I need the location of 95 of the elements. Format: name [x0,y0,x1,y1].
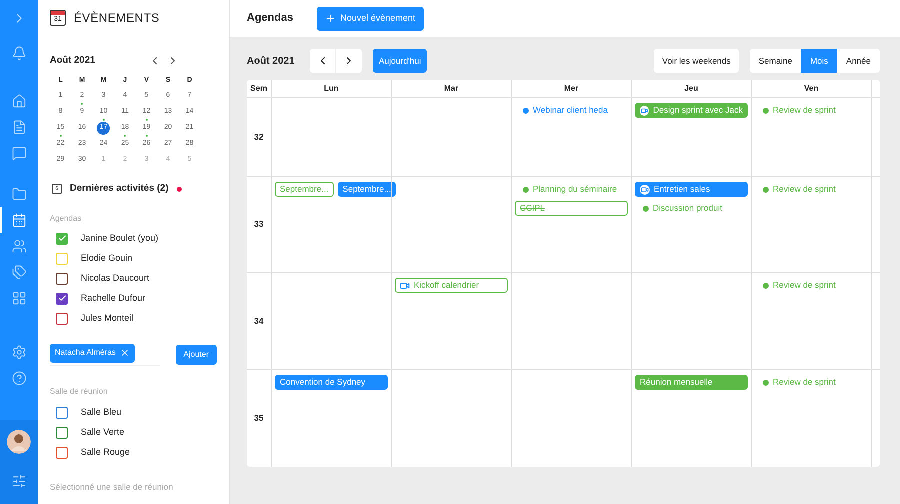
week-number: 32 [254,130,264,144]
day-cell[interactable]: Design sprint avec Jack [631,98,751,177]
current-month: Août 2021 [247,54,296,68]
plus-icon [325,13,336,24]
event-chip[interactable]: Kickoff calendrier [395,278,508,293]
room-name: Salle Verte [81,426,125,439]
checkbox[interactable] [56,292,68,304]
event-title[interactable]: Review de sprint [773,376,836,389]
home-icon[interactable] [12,94,26,108]
section-label: Salle de réunion [50,386,109,398]
help-icon[interactable] [12,370,26,386]
room-name: Salle Bleu [81,406,122,419]
week-number: 35 [254,412,264,425]
view-tab[interactable]: Année [837,49,880,73]
checkbox[interactable] [56,446,68,458]
day-cell[interactable]: Review de sprint [751,370,871,467]
checkbox[interactable] [56,406,68,418]
day-cell[interactable]: Kickoff calendrier [391,273,511,370]
event-title[interactable]: Review de sprint [773,104,836,117]
room-name: Salle Rouge [81,446,130,459]
day-cell[interactable]: Review de sprint [751,98,871,177]
day-cell[interactable] [631,273,751,370]
column-header: Sem [247,80,271,98]
event-chip[interactable]: Design sprint avec Jack [635,103,748,118]
check-icon [58,234,66,243]
week-number: 34 [254,314,264,328]
month-title: Août 2021 [50,54,96,68]
tags-icon[interactable] [12,264,26,280]
column-header: Mar [391,80,511,98]
agenda-name: Jules Monteil [81,312,134,325]
day-cell[interactable]: Réunion mensuelle [631,370,751,467]
grid-icon[interactable] [12,290,26,306]
checkbox[interactable] [56,272,68,284]
person-chip[interactable]: Natacha Alméras [50,344,135,362]
agenda-name: Elodie Gouin [81,252,133,265]
sliders-icon[interactable] [12,474,26,488]
room-hint: Sélectionné une salle de réunion [50,480,174,494]
video-call-icon [640,184,650,194]
calendar-icon[interactable] [12,212,26,228]
event-chip[interactable]: CCIPL [515,201,628,216]
day-cell[interactable] [271,273,391,370]
day-cell[interactable]: Convention de Sydney [271,370,391,467]
remove-icon[interactable] [120,348,130,358]
event-title[interactable]: Discussion produit [653,202,722,215]
agenda-name: Rachelle Dufour [81,292,146,305]
event-chip[interactable]: Entretien sales [635,182,748,197]
event-title[interactable]: Review de sprint [773,279,836,292]
settings-icon[interactable] [12,344,26,360]
video-call-icon [640,106,650,116]
event-chip[interactable]: Septembre... [338,182,396,197]
column-header: Jeu [631,80,751,98]
day-cell[interactable] [391,98,511,177]
view-tab[interactable]: Semaine [750,49,802,73]
day-cell[interactable]: Review de sprint [751,177,871,273]
event-title[interactable]: Planning du séminaire [533,183,618,196]
checkbox[interactable] [56,312,68,324]
event-title[interactable]: Review de sprint [773,183,836,196]
document-icon[interactable] [12,120,26,134]
agenda-name: Janine Boulet (you) [81,232,159,245]
day-cell[interactable]: Entretien sales Discussion produit [631,177,751,273]
checkbox[interactable] [56,232,68,244]
add-button[interactable]: Ajouter [176,344,217,364]
column-header: Ven [751,80,871,98]
weekends-button[interactable]: Voir les weekends [654,49,739,73]
recent-activity-link[interactable]: Dernières activités (2) [70,182,169,196]
column-header: Lun [271,80,391,98]
day-cell[interactable]: Planning du séminaire CCIPL [511,177,631,273]
day-cell[interactable]: Review de sprint [751,273,871,370]
page-title: Agendas [247,11,294,26]
section-label: Agendas [50,212,83,224]
day-cell[interactable]: Webinar client heda [511,98,631,177]
bell-icon[interactable] [12,46,26,60]
checkbox[interactable] [56,426,68,438]
view-tab[interactable]: Mois [801,49,838,73]
day-cell[interactable] [511,273,631,370]
check-icon [58,294,66,303]
new-event-button[interactable]: Nouvel évènement [317,6,424,30]
event-title[interactable]: Webinar client heda [533,104,608,117]
agenda-name: Nicolas Daucourt [81,272,150,285]
folder-icon[interactable] [12,186,26,202]
column-header: Mer [511,80,631,98]
event-chip[interactable]: Convention de Sydney [275,375,388,390]
day-cell[interactable]: Septembre... Septembre... [271,177,391,273]
day-cell[interactable] [391,177,511,273]
event-chip[interactable]: Septembre... [275,182,334,197]
people-input-field[interactable]: Natacha Alméras [50,344,160,366]
video-call-icon [400,280,410,290]
today-button[interactable]: Aujourd'hui [373,49,428,73]
sidebar-title: ÉVÈNEMENTS [74,10,160,27]
event-chip[interactable]: Réunion mensuelle [635,375,748,390]
week-number: 33 [254,218,264,231]
chat-icon[interactable] [12,146,26,160]
day-cell[interactable] [271,98,391,177]
avatar-icon[interactable] [7,430,31,454]
users-icon[interactable] [12,238,26,254]
